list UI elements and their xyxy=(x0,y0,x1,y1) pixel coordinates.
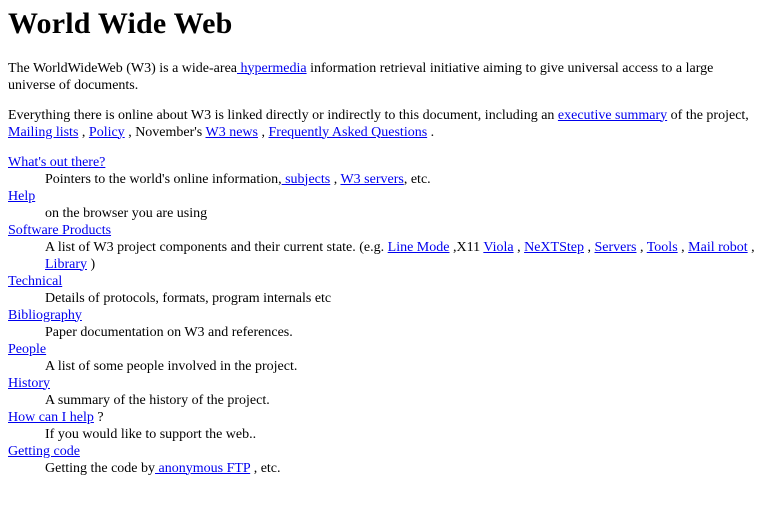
topic-term-technical: Technical xyxy=(8,273,760,290)
faq-link[interactable]: Frequently Asked Questions xyxy=(269,125,428,140)
software-desc-4: , xyxy=(583,239,595,255)
policy-link[interactable]: Policy xyxy=(89,125,125,140)
bibliography-link[interactable]: Bibliography xyxy=(8,308,82,323)
topic-term-whats-out-there: What's out there? xyxy=(8,154,760,171)
topic-term-help: Help xyxy=(8,188,760,205)
anonymous-ftp-link[interactable]: anonymous FTP xyxy=(155,461,251,476)
topic-term-software-products: Software Products xyxy=(8,222,760,239)
topic-desc-bibliography: Paper documentation on W3 and references… xyxy=(45,324,293,340)
software-desc-6: , xyxy=(677,239,689,255)
getting-code-desc-2: , etc. xyxy=(250,460,281,476)
whats-out-desc-3: , etc. xyxy=(403,171,431,187)
topic-desc-history: A summary of the history of the project. xyxy=(45,392,270,408)
overview-text-5: , xyxy=(258,124,269,140)
line-mode-link[interactable]: Line Mode xyxy=(388,240,450,255)
viola-link[interactable]: Viola xyxy=(483,240,513,255)
topic-desc-people: A list of some people involved in the pr… xyxy=(45,358,298,374)
overview-paragraph: Everything there is online about W3 is l… xyxy=(8,107,760,141)
hypermedia-link[interactable]: hypermedia xyxy=(237,61,307,76)
technical-link[interactable]: Technical xyxy=(8,274,62,289)
library-link[interactable]: Library xyxy=(45,257,87,272)
overview-text-2: of the project, xyxy=(667,107,749,123)
mailing-lists-link[interactable]: Mailing lists xyxy=(8,125,78,140)
topic-term-people: People xyxy=(8,341,760,358)
people-link[interactable]: People xyxy=(8,342,46,357)
history-link[interactable]: History xyxy=(8,376,50,391)
overview-text-6: . xyxy=(427,124,435,140)
topic-term-how-can-i-help: How can I help ? xyxy=(8,409,760,426)
software-desc-8: ) xyxy=(86,256,96,272)
tools-link[interactable]: Tools xyxy=(647,240,678,255)
executive-summary-link[interactable]: executive summary xyxy=(558,108,667,123)
mail-robot-link[interactable]: Mail robot xyxy=(688,240,748,255)
topic-desc-help: on the browser you are using xyxy=(45,205,208,221)
topic-list: What's out there? Pointers to the world'… xyxy=(8,154,760,477)
intro-paragraph: The WorldWideWeb (W3) is a wide-area hyp… xyxy=(8,60,760,94)
software-products-link[interactable]: Software Products xyxy=(8,223,111,238)
overview-text-3: , xyxy=(78,124,89,140)
help-link[interactable]: Help xyxy=(8,189,35,204)
software-desc-1: A list of W3 project components and thei… xyxy=(45,239,388,255)
how-can-i-help-link[interactable]: How can I help xyxy=(8,410,94,425)
software-desc-7: , xyxy=(747,239,755,255)
software-desc-5: , xyxy=(636,239,647,255)
subjects-link[interactable]: subjects xyxy=(282,172,330,187)
topic-desc-software-products: A list of W3 project components and thei… xyxy=(45,239,760,273)
nextstep-link[interactable]: NeXTStep xyxy=(524,240,584,255)
w3-servers-link[interactable]: W3 servers xyxy=(340,172,403,187)
page-title: World Wide Web xyxy=(8,7,233,40)
topic-term-history: History xyxy=(8,375,760,392)
how-can-i-help-suffix: ? xyxy=(93,409,104,425)
topic-term-getting-code: Getting code xyxy=(8,443,760,460)
topic-desc-technical: Details of protocols, formats, program i… xyxy=(45,290,332,306)
whats-out-desc-1: Pointers to the world's online informati… xyxy=(45,171,282,187)
whats-out-there-link[interactable]: What's out there? xyxy=(8,155,105,170)
topic-term-bibliography: Bibliography xyxy=(8,307,760,324)
whats-out-desc-2: , xyxy=(330,171,341,187)
topic-desc-how-can-i-help: If you would like to support the web.. xyxy=(45,426,257,442)
overview-text-4: , November's xyxy=(124,124,206,140)
getting-code-link[interactable]: Getting code xyxy=(8,444,80,459)
software-desc-2: ,X11 xyxy=(449,239,484,255)
topic-desc-whats-out-there: Pointers to the world's online informati… xyxy=(45,171,760,188)
w3-news-link[interactable]: W3 news xyxy=(206,125,259,140)
page: World Wide Web The WorldWideWeb (W3) is … xyxy=(0,0,768,477)
intro-text-before: The WorldWideWeb (W3) is a wide-area xyxy=(8,60,237,76)
getting-code-desc-1: Getting the code by xyxy=(45,460,156,476)
servers-link[interactable]: Servers xyxy=(594,240,636,255)
topic-desc-getting-code: Getting the code by anonymous FTP , etc. xyxy=(45,460,760,477)
software-desc-3: , xyxy=(513,239,525,255)
overview-text-1: Everything there is online about W3 is l… xyxy=(8,107,558,123)
